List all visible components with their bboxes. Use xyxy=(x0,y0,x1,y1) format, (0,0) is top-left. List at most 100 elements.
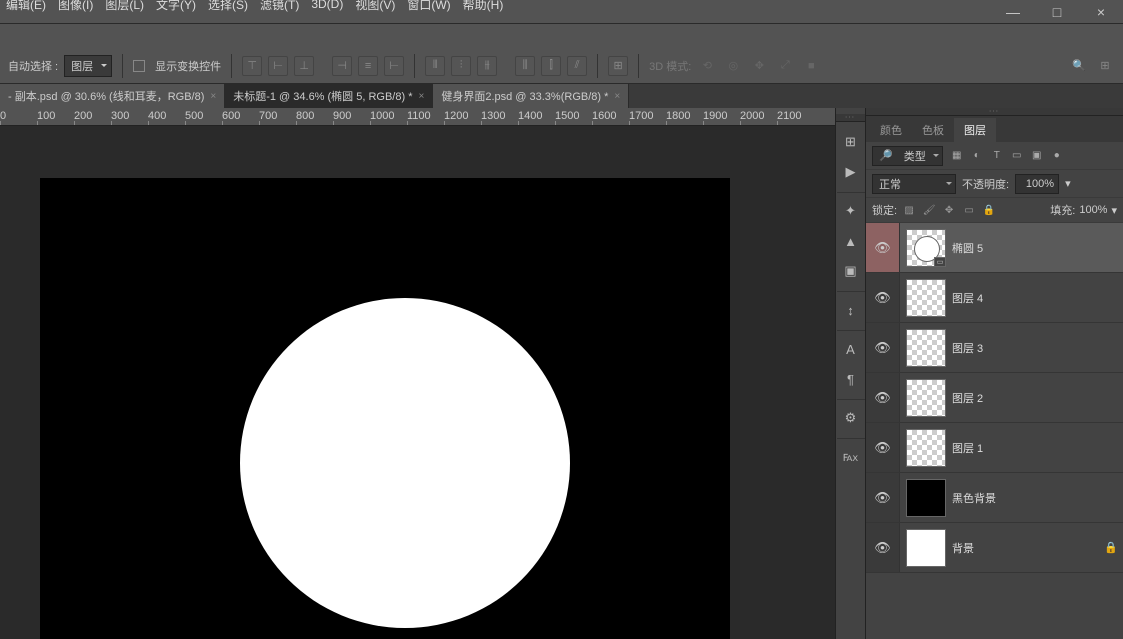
doc-tab[interactable]: - 副本.psd @ 30.6% (线和耳麦，RGB/8)× xyxy=(0,84,225,108)
distribute-vcenter-icon[interactable]: ⫶ xyxy=(451,56,471,76)
show-transform-checkbox[interactable] xyxy=(133,60,145,72)
layer-row[interactable]: 👁黑色背景 xyxy=(866,473,1123,523)
menu-select[interactable]: 选择(S) xyxy=(208,0,248,13)
3d-zoom-icon[interactable]: ■ xyxy=(801,56,821,76)
autoselect-dropdown[interactable]: 图层 xyxy=(64,55,112,77)
minimize-button[interactable]: — xyxy=(991,0,1035,24)
tab-layers[interactable]: 图层 xyxy=(954,118,996,142)
distribute-hcenter-icon[interactable]: ⫿ xyxy=(541,56,561,76)
distribute-right-icon[interactable]: ⫽ xyxy=(567,56,587,76)
menu-layer[interactable]: 图层(L) xyxy=(105,0,144,13)
actions-icon[interactable]: ℻ xyxy=(841,447,861,467)
panel-grab[interactable] xyxy=(836,114,865,122)
layer-row[interactable]: 👁 图层 3 xyxy=(866,323,1123,373)
lock-transparent-icon[interactable]: ▨ xyxy=(901,202,917,218)
tab-color[interactable]: 颜色 xyxy=(870,118,912,142)
distribute-left-icon[interactable]: ⫼ xyxy=(515,56,535,76)
3d-slide-icon[interactable]: ⤢ xyxy=(775,56,795,76)
doc-tab[interactable]: 未标题-1 @ 34.6% (椭圆 5, RGB/8) *× xyxy=(225,84,433,108)
layer-row[interactable]: 👁 图层 4 xyxy=(866,273,1123,323)
panel-grab[interactable] xyxy=(866,108,1123,116)
adjustments-icon[interactable]: ✦ xyxy=(841,201,861,221)
properties-icon[interactable]: ⚙ xyxy=(841,408,861,428)
menu-help[interactable]: 帮助(H) xyxy=(463,0,504,13)
layer-row[interactable]: 👁背景🔒 xyxy=(866,523,1123,573)
visibility-toggle[interactable]: 👁 xyxy=(866,523,900,572)
layer-name[interactable]: 图层 4 xyxy=(952,290,1123,306)
visibility-toggle[interactable]: 👁 xyxy=(866,373,900,422)
layer-thumbnail[interactable] xyxy=(906,379,946,417)
layer-name[interactable]: 图层 3 xyxy=(952,340,1123,356)
menu-3d[interactable]: 3D(D) xyxy=(311,0,343,11)
layer-thumbnail[interactable] xyxy=(906,329,946,367)
canvas[interactable] xyxy=(40,178,730,639)
layer-row[interactable]: 👁 图层 1 xyxy=(866,423,1123,473)
ellipse-shape[interactable] xyxy=(240,298,570,628)
menu-image[interactable]: 图像(I) xyxy=(58,0,93,13)
distribute-bottom-icon[interactable]: ⫵ xyxy=(477,56,497,76)
layer-thumbnail[interactable] xyxy=(906,279,946,317)
close-button[interactable]: × xyxy=(1079,0,1123,24)
tab-swatches[interactable]: 色板 xyxy=(912,118,954,142)
3d-pan-icon[interactable]: ✥ xyxy=(749,56,769,76)
filter-smart-icon[interactable]: ▣ xyxy=(1029,148,1045,164)
blendmode-dropdown[interactable]: 正常 xyxy=(872,174,956,194)
layer-row[interactable]: 👁▭ 椭圆 5 xyxy=(866,223,1123,273)
search-icon[interactable]: 🔍 xyxy=(1069,56,1089,76)
layer-thumbnail[interactable] xyxy=(906,529,946,567)
close-icon[interactable]: × xyxy=(210,91,216,102)
filter-adjust-icon[interactable]: ◐ xyxy=(969,148,985,164)
doc-tab[interactable]: 健身界面2.psd @ 33.3%(RGB/8) *× xyxy=(433,84,629,108)
channels-icon[interactable]: ▣ xyxy=(841,261,861,281)
character-icon[interactable]: A xyxy=(841,339,861,359)
distribute-top-icon[interactable]: ⫴ xyxy=(425,56,445,76)
visibility-toggle[interactable]: 👁 xyxy=(866,323,900,372)
filter-toggle-icon[interactable]: ● xyxy=(1049,148,1065,164)
workspace-switcher-icon[interactable]: ⊞ xyxy=(1095,56,1115,76)
align-vcenter-icon[interactable]: ⊢ xyxy=(268,56,288,76)
layer-row[interactable]: 👁 图层 2 xyxy=(866,373,1123,423)
filter-shape-icon[interactable]: ▭ xyxy=(1009,148,1025,164)
fill-value[interactable]: 100% xyxy=(1079,204,1107,216)
layer-thumbnail[interactable] xyxy=(906,479,946,517)
styles-icon[interactable]: ▲ xyxy=(841,231,861,251)
menu-type[interactable]: 文字(Y) xyxy=(156,0,196,13)
lock-all-icon[interactable]: 🔒 xyxy=(981,202,997,218)
close-icon[interactable]: × xyxy=(418,91,424,102)
close-icon[interactable]: × xyxy=(614,91,620,102)
navigator-icon[interactable]: ⊞ xyxy=(841,132,861,152)
visibility-toggle[interactable]: 👁 xyxy=(866,423,900,472)
filter-type-icon[interactable]: T xyxy=(989,148,1005,164)
layer-thumbnail[interactable]: ▭ xyxy=(906,229,946,267)
align-top-icon[interactable]: ⊤ xyxy=(242,56,262,76)
menu-view[interactable]: 视图(V) xyxy=(355,0,395,13)
paragraph-icon[interactable]: ¶ xyxy=(841,369,861,389)
layer-name[interactable]: 图层 1 xyxy=(952,440,1123,456)
autoalign-icon[interactable]: ⊞ xyxy=(608,56,628,76)
menu-window[interactable]: 窗口(W) xyxy=(407,0,450,13)
filter-kind-dropdown[interactable]: 🔎 类型 xyxy=(872,146,943,166)
brushes-icon[interactable]: ↕ xyxy=(841,300,861,320)
align-bottom-icon[interactable]: ⊥ xyxy=(294,56,314,76)
layer-name[interactable]: 黑色背景 xyxy=(952,490,1123,506)
lock-artboard-icon[interactable]: ▭ xyxy=(961,202,977,218)
visibility-toggle[interactable]: 👁 xyxy=(866,273,900,322)
chevron-down-icon[interactable]: ▾ xyxy=(1065,177,1071,190)
ruler-horizontal[interactable]: 0100200300400500600700800900100011001200… xyxy=(0,108,835,126)
3d-roll-icon[interactable]: ◎ xyxy=(723,56,743,76)
layer-name[interactable]: 图层 2 xyxy=(952,390,1123,406)
menu-filter[interactable]: 滤镜(T) xyxy=(260,0,299,13)
visibility-toggle[interactable]: 👁 xyxy=(866,223,900,272)
histogram-icon[interactable]: ▶ xyxy=(841,162,861,182)
3d-orbit-icon[interactable]: ⟲ xyxy=(697,56,717,76)
lock-position-icon[interactable]: ✥ xyxy=(941,202,957,218)
lock-pixels-icon[interactable]: 🖌 xyxy=(921,202,937,218)
maximize-button[interactable]: □ xyxy=(1035,0,1079,24)
chevron-down-icon[interactable]: ▾ xyxy=(1111,204,1117,217)
filter-pixel-icon[interactable]: ▦ xyxy=(949,148,965,164)
layer-thumbnail[interactable] xyxy=(906,429,946,467)
align-hcenter-icon[interactable]: ≡ xyxy=(358,56,378,76)
layer-name[interactable]: 背景 xyxy=(952,540,1099,556)
canvas-area[interactable]: 0100200300400500600700800900100011001200… xyxy=(0,108,835,639)
layer-name[interactable]: 椭圆 5 xyxy=(952,240,1123,256)
